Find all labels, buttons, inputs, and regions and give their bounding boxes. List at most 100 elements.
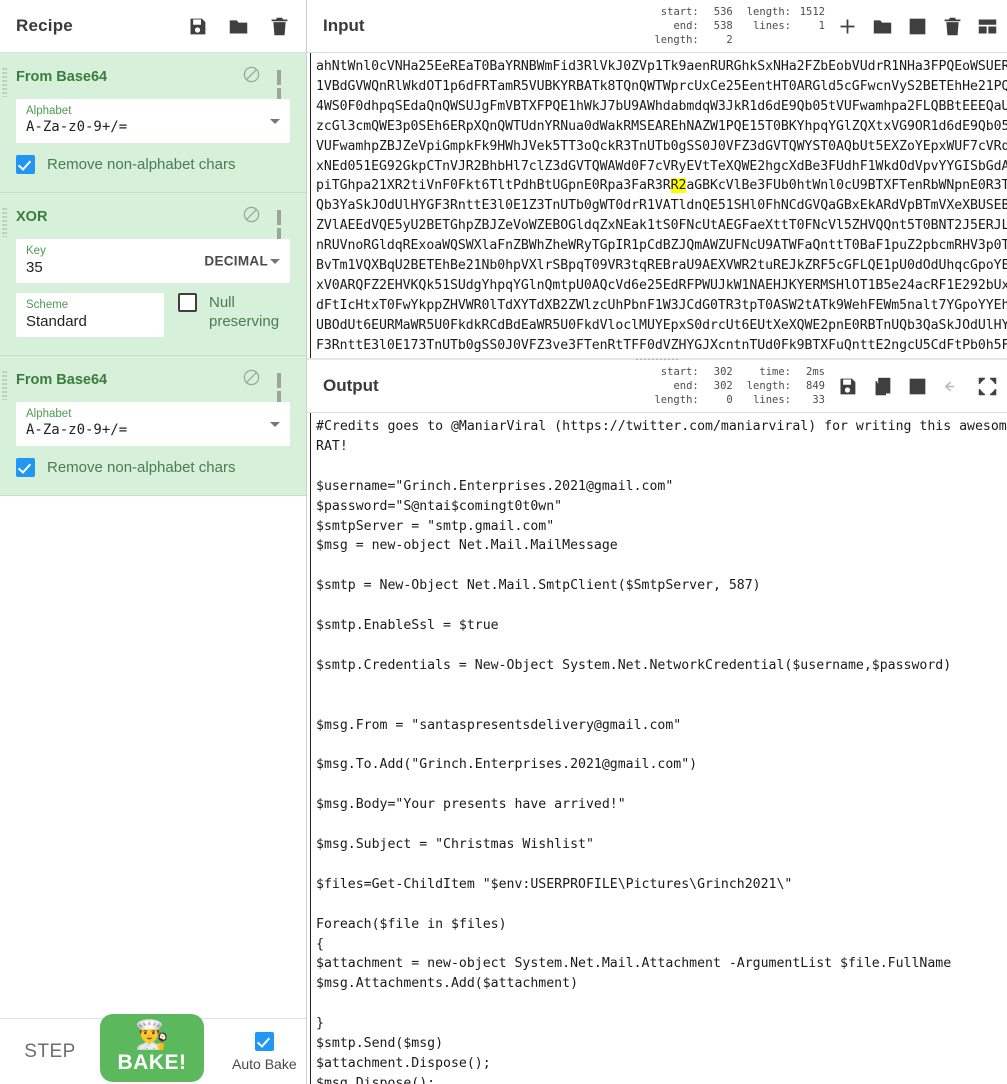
input-actions: [831, 16, 998, 37]
output-time-key: time:: [759, 366, 791, 378]
load-recipe-icon[interactable]: [228, 16, 249, 37]
op-header: From Base64: [16, 368, 290, 406]
bake-button-label: BAKE!: [117, 1050, 187, 1074]
alphabet-field[interactable]: Alphabet A-Za-z0-9+/=: [16, 402, 290, 446]
xor-scheme-label: Scheme: [26, 299, 69, 311]
reset-pane-layout-icon[interactable]: [977, 16, 998, 37]
null-preserving-checkbox[interactable]: [178, 293, 197, 312]
op-title: From Base64: [16, 372, 108, 388]
breakpoint-pause-icon[interactable]: [277, 209, 290, 243]
input-text-before: ahNtWnl0cVNHa25EeREaT0BaYRNBWmFid3RlVkJ0…: [316, 59, 1007, 194]
input-title: Input: [323, 16, 365, 35]
output-header: Output start: 302 end: 302 length: 0 time: 2…: [307, 360, 1007, 413]
op-title: XOR: [16, 209, 48, 225]
xor-key-format[interactable]: DECIMAL: [204, 254, 268, 269]
remove-non-alphabet-row[interactable]: Remove non-alphabet chars: [16, 458, 290, 477]
disable-operation-icon[interactable]: [242, 65, 261, 89]
open-file-as-input-icon[interactable]: [907, 16, 928, 37]
recipe-op-xor[interactable]: XOR Key 35 DECIMAL Scheme Standard Null …: [0, 193, 306, 356]
copy-output-icon[interactable]: [872, 376, 893, 397]
breakpoint-pause-icon[interactable]: [277, 372, 290, 406]
save-output-icon[interactable]: [837, 376, 858, 397]
input-end-value: 538: [713, 20, 733, 32]
alphabet-field-label: Alphabet: [26, 408, 72, 420]
xor-scheme-field[interactable]: Scheme Standard: [16, 293, 164, 337]
chevron-down-icon[interactable]: [270, 259, 280, 264]
input-start-key: start:: [660, 6, 699, 18]
auto-bake-checkbox[interactable]: [254, 1031, 274, 1051]
output-lines-key: lines:: [753, 394, 791, 406]
input-end-key: end:: [673, 20, 699, 32]
output-end-value: 302: [713, 380, 733, 392]
op-title: From Base64: [16, 69, 108, 85]
output-lines-value: 33: [812, 394, 825, 406]
output-length-value: 849: [806, 380, 825, 392]
step-button[interactable]: STEP: [0, 1041, 100, 1063]
recipe-title: Recipe: [16, 16, 73, 35]
recipe-op-from-base64-2[interactable]: From Base64 Alphabet A-Za-z0-9+/= Remove…: [0, 356, 306, 496]
output-end-key: end:: [673, 380, 699, 392]
undo-bake-icon[interactable]: [942, 376, 963, 397]
alphabet-field-value: A-Za-z0-9+/=: [26, 119, 128, 135]
disable-operation-icon[interactable]: [242, 368, 261, 392]
chevron-down-icon[interactable]: [270, 422, 280, 427]
save-recipe-icon[interactable]: [187, 16, 208, 37]
clear-recipe-icon[interactable]: [269, 16, 290, 37]
output-time-value: 2ms: [806, 366, 825, 378]
output-actions: [831, 376, 998, 397]
breakpoint-pause-icon[interactable]: [277, 69, 290, 103]
op-header-icons: [242, 65, 290, 103]
input-length-key: length:: [746, 6, 791, 18]
input-sel-length-key: length:: [654, 34, 699, 46]
add-input-tab-icon[interactable]: [837, 16, 858, 37]
remove-non-alphabet-checkbox[interactable]: [16, 458, 35, 477]
xor-key-field[interactable]: Key 35 DECIMAL: [16, 239, 290, 283]
output-textarea[interactable]: #Credits goes to @ManiarViral (https://t…: [310, 413, 1007, 1084]
bake-button[interactable]: 👨‍🍳 BAKE!: [100, 1013, 204, 1082]
xor-scheme-value: Standard: [26, 313, 87, 330]
chevron-down-icon[interactable]: [270, 119, 280, 124]
op-header-icons: [242, 205, 290, 243]
input-header: Input start: 536 end: 538 length: 2 length:…: [307, 0, 1007, 53]
alphabet-field-label: Alphabet: [26, 105, 72, 117]
input-lines-key: lines:: [753, 20, 791, 32]
recipe-op-from-base64-1[interactable]: From Base64 Alphabet A-Za-z0-9+/= Remove…: [0, 53, 306, 193]
input-start-value: 536: [713, 6, 733, 18]
xor-scheme-row: Scheme Standard Null preserving: [16, 293, 290, 337]
replace-input-with-output-icon[interactable]: [907, 376, 928, 397]
clear-io-icon[interactable]: [942, 16, 963, 37]
io-pane: Input start: 536 end: 538 length: 2 length:…: [307, 0, 1007, 1084]
recipe-controls-bar: STEP 👨‍🍳 BAKE! Auto Bake: [0, 1013, 306, 1084]
input-textarea[interactable]: ahNtWnl0cVNHa25EeREaT0BaYRNBWmFid3RlVkJ0…: [310, 53, 1007, 358]
output-length-key: length:: [746, 380, 791, 392]
input-sel-length-value: 2: [726, 34, 733, 46]
remove-non-alphabet-label: Remove non-alphabet chars: [47, 156, 236, 173]
null-preserving-row[interactable]: Null preserving: [178, 293, 279, 331]
recipe-header-actions: [187, 16, 290, 37]
disable-operation-icon[interactable]: [242, 205, 261, 229]
op-header-icons: [242, 368, 290, 406]
output-selection-stats: start: 302 end: 302 length: 0: [654, 365, 732, 407]
output-title: Output: [323, 376, 379, 395]
input-selection-stats: start: 536 end: 538 length: 2: [654, 5, 732, 47]
output-sel-length-key: length:: [654, 394, 699, 406]
remove-non-alphabet-label: Remove non-alphabet chars: [47, 459, 236, 476]
null-preserving-label: Null preserving: [209, 294, 280, 330]
recipe-pane: Recipe From Base64 Alphabet A-Za-z0-9+/=…: [0, 0, 307, 1084]
maximise-output-icon[interactable]: [977, 376, 998, 397]
open-folder-icon[interactable]: [872, 16, 893, 37]
alphabet-field[interactable]: Alphabet A-Za-z0-9+/=: [16, 99, 290, 143]
output-size-stats: time: 2ms length: 849 lines: 33: [747, 365, 825, 407]
remove-non-alphabet-row[interactable]: Remove non-alphabet chars: [16, 155, 290, 174]
alphabet-field-value: A-Za-z0-9+/=: [26, 422, 128, 438]
cyberchef-app: Recipe From Base64 Alphabet A-Za-z0-9+/=…: [0, 0, 1007, 1084]
input-text-after: aGBKcVlBe3FUb0htWnl0cU9BTXFTenRbWNpnE0R3…: [316, 178, 1007, 353]
input-lines-value: 1: [818, 20, 825, 32]
auto-bake-toggle[interactable]: Auto Bake: [232, 1031, 297, 1072]
remove-non-alphabet-checkbox[interactable]: [16, 155, 35, 174]
auto-bake-label: Auto Bake: [232, 1055, 297, 1072]
output-sel-length-value: 0: [726, 394, 733, 406]
op-header: From Base64: [16, 65, 290, 103]
io-splitter[interactable]: [307, 358, 1007, 360]
input-stats: start: 536 end: 538 length: 2 length: 1512 l…: [654, 5, 831, 47]
